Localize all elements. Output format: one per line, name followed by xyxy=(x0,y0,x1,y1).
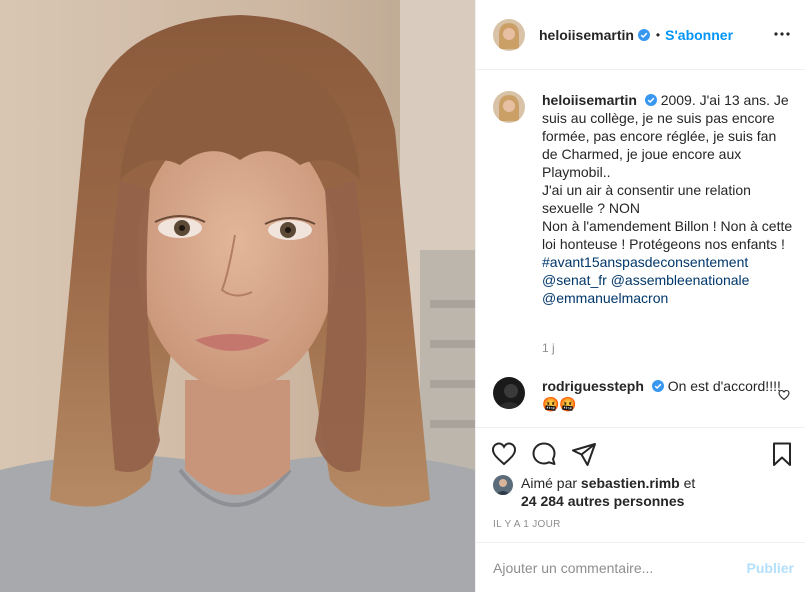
follow-button[interactable]: S'abonner xyxy=(665,27,733,43)
likes-count[interactable]: 24 284 autres personnes xyxy=(521,493,684,509)
post-photo[interactable] xyxy=(0,0,475,592)
mention-link-macron[interactable]: @emmanuelmacron xyxy=(542,290,668,306)
comments-area[interactable]: heloiisemartin 2009. J'ai 13 ans. Je sui… xyxy=(476,71,805,427)
caption-username[interactable]: heloiisemartin xyxy=(542,92,637,108)
likes-prefix: Aimé par xyxy=(521,475,578,491)
comment-input[interactable] xyxy=(493,559,747,576)
instagram-post: heloiisemartin • S'abonner heloiisemarti… xyxy=(0,0,805,592)
verified-badge-icon xyxy=(637,28,650,41)
paper-plane-icon[interactable] xyxy=(570,440,598,468)
liker-username[interactable]: sebastien.rimb xyxy=(581,475,680,491)
post-caption: heloiisemartin 2009. J'ai 13 ans. Je sui… xyxy=(493,91,793,307)
verified-badge-icon xyxy=(644,94,657,106)
author-username[interactable]: heloiisemartin xyxy=(539,27,634,43)
mention-link-senat[interactable]: @senat_fr xyxy=(542,272,607,288)
action-bar xyxy=(476,427,805,477)
comment-body: rodriguessteph On est d'accord!!!! 🤬🤬 xyxy=(542,377,792,413)
comment-like-heart-icon[interactable] xyxy=(778,389,790,401)
caption-line-2: J'ai un air à consentir une relation sex… xyxy=(542,182,751,216)
comment-bubble-icon[interactable] xyxy=(530,440,558,468)
caption-body: heloiisemartin 2009. J'ai 13 ans. Je sui… xyxy=(542,91,793,307)
publish-button[interactable]: Publier xyxy=(747,560,794,576)
post-header: heloiisemartin • S'abonner xyxy=(476,0,805,70)
author-avatar[interactable] xyxy=(493,18,525,51)
likes-and: et xyxy=(683,475,696,491)
caption-line-3: Non à l'amendement Billon ! Non à cette … xyxy=(542,218,793,252)
likes-summary: Aimé par sebastien.rimb et 24 284 autres… xyxy=(493,474,695,510)
posted-time[interactable]: IL Y A 1 JOUR xyxy=(493,519,561,530)
hashtag-link[interactable]: #avant15anspasdeconsentement xyxy=(542,254,748,270)
separator-dot: • xyxy=(655,27,661,42)
more-horizontal-icon[interactable] xyxy=(770,22,794,46)
mention-link-assemblee[interactable]: @assembleenationale xyxy=(611,272,750,288)
portrait-image xyxy=(0,0,475,592)
commenter-avatar[interactable] xyxy=(493,377,525,409)
comment-item: rodriguessteph On est d'accord!!!! 🤬🤬 xyxy=(493,377,798,413)
bookmark-icon[interactable] xyxy=(768,440,796,468)
post-sidebar: heloiisemartin • S'abonner heloiisemarti… xyxy=(475,0,805,592)
caption-time[interactable]: 1 j xyxy=(542,341,555,355)
heart-icon[interactable] xyxy=(490,440,518,468)
caption-avatar[interactable] xyxy=(493,91,525,123)
liker-avatar[interactable] xyxy=(493,475,513,495)
verified-badge-icon xyxy=(651,380,664,392)
commenter-username[interactable]: rodriguessteph xyxy=(542,378,644,394)
comment-composer: Publier xyxy=(476,542,805,592)
